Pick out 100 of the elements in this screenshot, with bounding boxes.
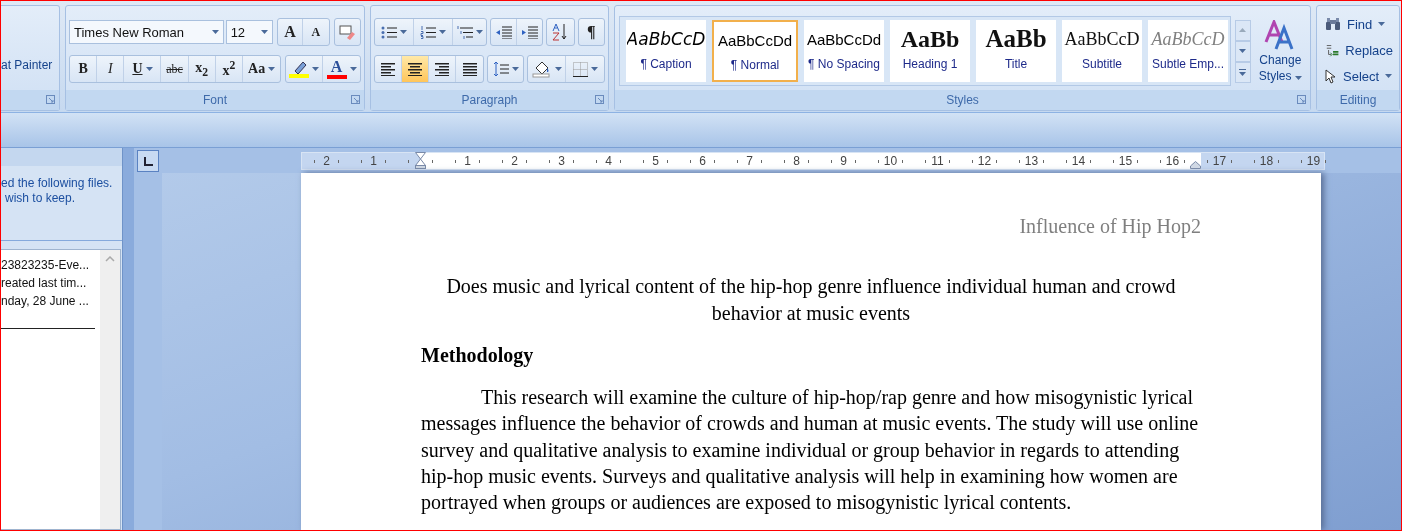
caret-icon [400, 30, 408, 34]
file-info: nday, 28 June ... [1, 293, 90, 310]
paint-bucket-icon [531, 60, 552, 78]
sub-button[interactable]: x$_{2}$ [188, 56, 216, 82]
caret-icon [554, 67, 562, 71]
pane-message: ed the following files. [1, 176, 114, 191]
indent-icon [521, 25, 538, 39]
grow-font-button[interactable]: A [277, 19, 304, 45]
caret-icon [1239, 49, 1247, 53]
page-header: Influence of Hip Hop2 [1018, 215, 1201, 237]
document-title: Does music and lyrical content of the hip-hop genre influence individual human and crowd behavior at music events [445, 274, 1177, 326]
pane-message: wish to keep. [4, 191, 77, 206]
up-arrow-icon [1239, 28, 1247, 32]
ruler-number: 18 [1257, 153, 1276, 168]
ruler-number: 1 [462, 153, 473, 168]
replace-button[interactable]: Replace [1321, 38, 1397, 62]
caret-icon [260, 30, 268, 34]
group-label: Styles [946, 93, 979, 107]
ruler-number: 13 [1022, 153, 1041, 168]
dialog-launcher-icon[interactable] [46, 95, 55, 104]
dialog-launcher-icon[interactable] [351, 95, 360, 104]
right-indent-marker-icon[interactable] [1190, 160, 1201, 169]
caret-icon [1294, 76, 1302, 80]
highlight-button[interactable] [286, 56, 324, 82]
show-formatting-button[interactable]: ¶ [577, 18, 605, 46]
clear-formatting-button[interactable] [333, 18, 361, 46]
caret-icon [349, 67, 357, 71]
style-option[interactable]: AaBb Heading 1 [890, 20, 970, 82]
body-paragraph: This research will examine the culture of hip-hop/rap genre and how misogynistic lyrical messages influence the behavior of crowds and human at music events. The study will use online survey and qualitative analysis to examine individual or group behavior in regards to attending hip-hop music events. Surveys and qualitative analysis will help in examining how women are portrayed when groups or audiences are exposed to misogynistic lyrical contents. [421, 385, 1200, 516]
dialog-launcher-icon[interactable] [1297, 95, 1306, 104]
outdent-icon [495, 25, 512, 39]
align-center-button[interactable] [402, 56, 429, 82]
highlighter-icon [289, 60, 310, 78]
caret-icon [1385, 74, 1393, 78]
binoculars-icon [1325, 17, 1341, 31]
numbered-list-icon [420, 25, 437, 39]
caret-icon [590, 67, 598, 71]
dialog-launcher-icon[interactable] [595, 95, 604, 104]
cursor-icon [1325, 68, 1337, 84]
style-option[interactable]: AaBbCcDd ¶ No Spacing [804, 20, 884, 82]
multilevel-list-icon [456, 25, 473, 39]
caret-icon [211, 30, 219, 34]
ruler-number: 3 [556, 153, 567, 168]
font-color-button[interactable]: A [323, 56, 360, 82]
caret-icon [439, 30, 447, 34]
ruler-number: 8 [791, 153, 802, 168]
chevron-up-icon [105, 256, 115, 262]
line-spacing-icon [492, 61, 509, 77]
section-heading: Methodology [421, 343, 535, 369]
group-label: Paragraph [461, 93, 518, 107]
ruler-number: 2 [509, 153, 520, 168]
style-option[interactable]: AaBbCcD Subtle Emp... [1148, 20, 1228, 82]
select-button[interactable]: Select [1321, 64, 1397, 88]
ruler-number: 5 [650, 153, 661, 168]
caret-icon [1378, 22, 1386, 26]
ruler-number: 11 [929, 153, 946, 168]
ruler-number: 15 [1116, 153, 1135, 168]
caret-icon [312, 67, 320, 71]
ruler-number: 10 [881, 153, 900, 168]
ruler-number: 7 [744, 153, 755, 168]
borders-icon [572, 61, 588, 77]
file-info: 23823235-Eve... [1, 257, 91, 274]
bold-button[interactable]: B [70, 56, 98, 82]
strike-button[interactable]: abc [161, 56, 189, 82]
more-styles-button[interactable] [1235, 61, 1251, 83]
file-info: reated last tim... [1, 275, 88, 292]
left-tab-icon [143, 156, 153, 166]
sort-button[interactable] [546, 18, 575, 46]
caret-icon [511, 67, 519, 71]
style-option[interactable]: AaBbCcD Subtitle [1062, 20, 1142, 82]
caret-icon [145, 67, 153, 71]
caret-icon [268, 67, 276, 71]
sort-icon [552, 23, 569, 41]
style-option[interactable]: AaBb Title [976, 20, 1056, 82]
sup-button[interactable]: x$^{2}$ [215, 56, 244, 82]
align-justify-icon [462, 62, 477, 76]
indent-marker-icon[interactable] [415, 152, 426, 169]
align-right-icon [435, 62, 449, 76]
italic-button[interactable]: I [97, 56, 125, 82]
font-size-field[interactable]: 12 [225, 20, 273, 44]
eraser-icon [339, 24, 356, 40]
ruler-number: 19 [1304, 153, 1323, 168]
ruler-number: 17 [1210, 153, 1229, 168]
align-left-icon [381, 62, 395, 76]
format-painter-button[interactable]: at Painter [1, 58, 59, 72]
ruler-number: 2 [321, 153, 332, 168]
underline-button[interactable]: U [124, 56, 162, 82]
ruler-number: 14 [1069, 153, 1088, 168]
change-styles-button[interactable]: Change Styles [1254, 14, 1306, 88]
scroll-down-button[interactable] [1235, 40, 1251, 62]
ruler-number: 1 [368, 153, 379, 168]
ruler-number: 12 [975, 153, 994, 168]
style-option[interactable]: AaBbCcDd ¶ Normal [712, 20, 798, 82]
find-button[interactable]: Find [1321, 12, 1397, 36]
tab-selector-button[interactable] [137, 150, 159, 172]
ruler-number: 6 [697, 153, 708, 168]
shrink-font-button[interactable]: A [303, 19, 329, 45]
case-button[interactable]: Aa [243, 56, 281, 82]
replace-icon [1325, 42, 1340, 58]
font-name-field[interactable]: Times New Roman [69, 20, 224, 44]
